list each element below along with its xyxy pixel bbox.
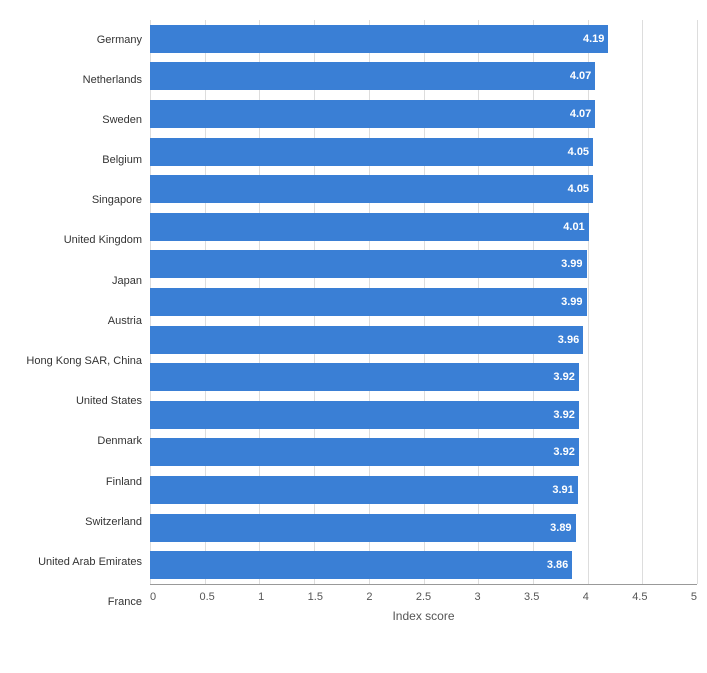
bar-value: 4.05 (568, 146, 589, 158)
y-label: United Arab Emirates (38, 545, 142, 581)
bar-value: 3.99 (561, 258, 582, 270)
bar-value: 3.89 (550, 522, 571, 534)
bar-value: 4.07 (570, 70, 591, 82)
x-tick: 1.5 (308, 591, 323, 603)
bar-value: 3.99 (561, 296, 582, 308)
bar-row: 4.01 (150, 210, 697, 244)
x-tick: 4 (583, 591, 589, 603)
bar-value: 3.96 (558, 334, 579, 346)
bar: 3.92 (150, 363, 579, 391)
y-label: Singapore (92, 183, 142, 219)
bar-row: 3.99 (150, 247, 697, 281)
bar: 4.07 (150, 62, 595, 90)
y-label: Belgium (102, 143, 142, 179)
y-axis-labels: Germany Netherlands Sweden Belgium Singapore… (10, 20, 150, 623)
y-label: Austria (108, 303, 142, 339)
grid-line (697, 20, 698, 584)
y-label: France (108, 585, 142, 621)
x-tick: 5 (691, 591, 697, 603)
bar-value: 4.05 (568, 183, 589, 195)
bar-value: 4.19 (583, 33, 604, 45)
bar: 4.05 (150, 138, 593, 166)
x-axis-label: Index score (150, 609, 697, 623)
x-tick: 3.5 (524, 591, 539, 603)
bar-value: 3.92 (553, 409, 574, 421)
x-tick: 0 (150, 591, 156, 603)
bar: 3.92 (150, 438, 579, 466)
x-tick: 0.5 (200, 591, 215, 603)
y-label: United Kingdom (64, 223, 142, 259)
bar-value: 4.01 (563, 221, 584, 233)
x-axis: 0 0.5 1 1.5 2 2.5 3 3.5 4 4.5 5 (150, 585, 697, 603)
bar: 3.89 (150, 514, 576, 542)
bar: 3.86 (150, 551, 572, 579)
y-label: Finland (106, 464, 142, 500)
bars-section: 4.19 4.07 4.07 4.05 4.05 4.01 3.99 3.99 3.96 3.92… (150, 20, 697, 585)
bar-row: 3.92 (150, 435, 697, 469)
bar: 3.91 (150, 476, 578, 504)
bars-rows: 4.19 4.07 4.07 4.05 4.05 4.01 3.99 3.99 3.96 3.92… (150, 20, 697, 584)
bar: 3.99 (150, 288, 587, 316)
bar-row: 3.89 (150, 511, 697, 545)
bar: 4.01 (150, 213, 589, 241)
y-label: United States (76, 384, 142, 420)
bar: 3.96 (150, 326, 583, 354)
bar-row: 4.05 (150, 172, 697, 206)
bar-row: 3.86 (150, 548, 697, 582)
x-tick: 4.5 (632, 591, 647, 603)
bar-row: 4.05 (150, 135, 697, 169)
bar-row: 3.99 (150, 285, 697, 319)
bar-value: 3.92 (553, 371, 574, 383)
bar-row: 4.07 (150, 97, 697, 131)
bar-row: 3.96 (150, 323, 697, 357)
bar-row: 3.92 (150, 360, 697, 394)
y-label: Sweden (102, 102, 142, 138)
chart-container: Germany Netherlands Sweden Belgium Singapore… (0, 0, 707, 673)
x-tick: 1 (258, 591, 264, 603)
y-label: Germany (97, 22, 142, 58)
y-label: Denmark (97, 424, 142, 460)
x-tick: 2.5 (416, 591, 431, 603)
bar-row: 4.07 (150, 59, 697, 93)
bar-value: 4.07 (570, 108, 591, 120)
x-tick: 3 (475, 591, 481, 603)
bar: 3.92 (150, 401, 579, 429)
y-label: Japan (112, 263, 142, 299)
bar: 4.05 (150, 175, 593, 203)
bar-row: 4.19 (150, 22, 697, 56)
y-label: Hong Kong SAR, China (26, 344, 142, 380)
bar-value: 3.91 (552, 484, 573, 496)
bar-value: 3.92 (553, 446, 574, 458)
bars-and-x: 4.19 4.07 4.07 4.05 4.05 4.01 3.99 3.99 3.96 3.92… (150, 20, 697, 623)
bar-value: 3.86 (547, 559, 568, 571)
chart-area: Germany Netherlands Sweden Belgium Singapore… (10, 20, 697, 623)
bar: 4.07 (150, 100, 595, 128)
bar: 3.99 (150, 250, 587, 278)
bar-row: 3.92 (150, 398, 697, 432)
bar: 4.19 (150, 25, 608, 53)
y-label: Switzerland (85, 504, 142, 540)
y-label: Netherlands (83, 62, 142, 98)
x-tick: 2 (366, 591, 372, 603)
bar-row: 3.91 (150, 473, 697, 507)
